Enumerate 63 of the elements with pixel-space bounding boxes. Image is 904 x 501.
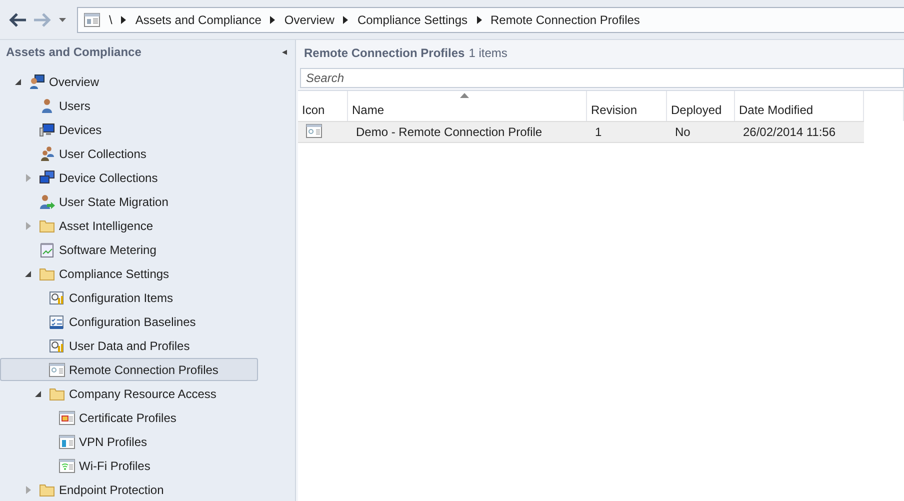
computers-icon [39,170,55,186]
chevron-icon [343,16,348,24]
person-arrow-icon [39,194,55,210]
chevron-icon [121,16,126,24]
profile-window-icon [49,362,65,378]
folder-icon [49,386,65,402]
expanded-arrow-icon[interactable] [35,390,41,396]
computer-user-icon [29,74,45,90]
checklist-icon [49,314,65,330]
folder-icon [39,218,55,234]
tree-item[interactable]: Users [0,94,98,117]
tree-item[interactable]: Certificate Profiles [0,406,184,429]
search-field[interactable]: Search [300,68,904,88]
computer-icon [39,122,55,138]
tree-item[interactable]: Asset Intelligence [0,214,160,237]
tree-item[interactable]: Device Collections [0,166,165,189]
tree-item[interactable]: Software Metering [0,238,164,261]
tree-item[interactable]: Remote Connection Profiles [0,358,258,381]
tree-item[interactable]: Devices [0,118,109,141]
tree-item[interactable]: User State Migration [0,190,176,213]
vpn-window-icon [59,434,75,450]
list-title: Remote Connection Profiles [304,46,465,60]
folder-icon [39,482,55,498]
table-cell-text: 26/02/2014 11:56 [742,125,837,139]
expanded-arrow-icon[interactable] [15,78,21,84]
console-icon [84,12,100,26]
table-row[interactable]: Demo - Remote Connection Profile 1 No 26/02/2014 11:56 [298,121,864,143]
tree-item[interactable]: Configuration Baselines [0,310,203,333]
tree-item[interactable]: Wi-Fi Profiles [0,454,158,477]
address-bar[interactable]: \ Assets and Compliance Overview Compliance Settings Remote Connection Profiles [77,6,904,32]
tree-item[interactable]: VPN Profiles [0,430,154,453]
tree-item[interactable]: Configuration Items [0,286,180,309]
sort-ascending-icon [460,93,469,98]
breadcrumb-root[interactable]: \ [109,12,112,26]
tree-item[interactable]: Overview [0,70,106,93]
chevron-icon [270,16,276,24]
table-cell-text: 1 [594,125,603,139]
tree-item[interactable]: Compliance Settings [0,262,176,285]
breadcrumb-item[interactable]: Assets and Compliance [135,12,262,26]
table-cell-text: No [674,125,692,139]
profile-window-icon [306,124,322,138]
collapse-pane-button[interactable]: ◂ [280,46,289,58]
breadcrumb-item[interactable]: Overview [284,12,334,26]
pane-title: Assets and Compliance [6,45,142,59]
tree-item[interactable]: Company Resource Access [0,382,224,405]
person-icon [39,98,55,114]
tree-item[interactable]: User Collections [0,142,154,165]
document-chart-icon [49,338,65,354]
table-cell-text: Demo - Remote Connection Profile [355,125,544,139]
document-chart-icon [49,290,65,306]
expanded-arrow-icon[interactable] [25,270,31,276]
tree-item[interactable]: Endpoint Protection [0,478,171,501]
breadcrumb-item[interactable]: Remote Connection Profiles [490,12,640,26]
breadcrumb-item[interactable]: Compliance Settings [357,12,468,26]
item-count: 1 items [468,46,508,60]
wifi-window-icon [59,458,75,474]
certificate-icon [59,410,75,426]
report-icon [39,242,55,258]
chevron-icon [476,16,482,24]
tree-item[interactable]: User Data and Profiles [0,334,197,357]
people-icon [39,146,55,162]
folder-icon [39,266,55,282]
caret-icon [58,18,66,22]
